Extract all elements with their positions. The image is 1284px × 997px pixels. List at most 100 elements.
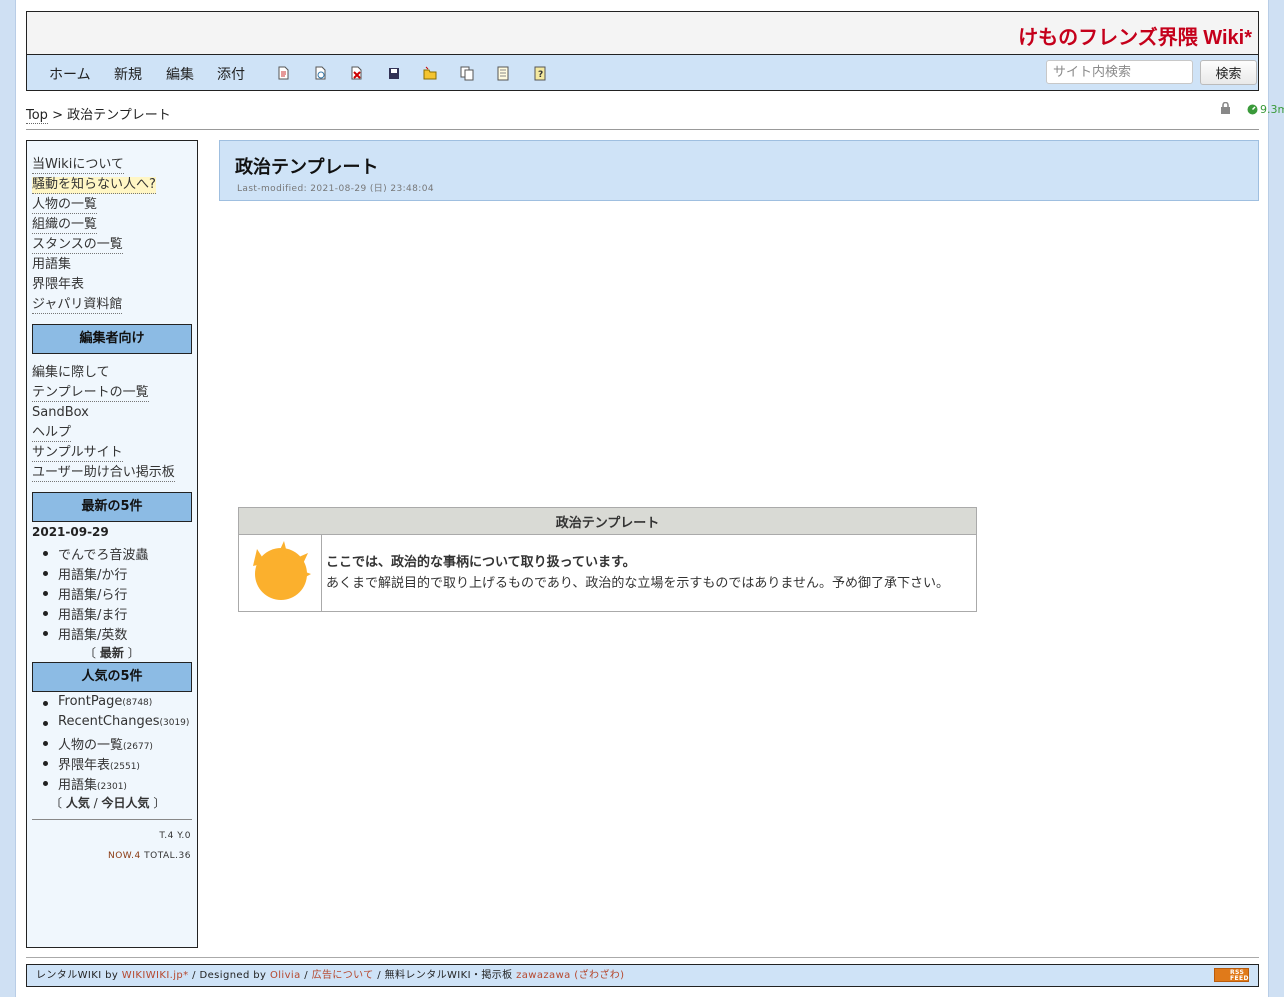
popular-item[interactable]: RecentChanges(3019) bbox=[42, 714, 190, 729]
sidebar-heading-recent: 最新の5件 bbox=[32, 492, 192, 522]
site-title[interactable]: けものフレンズ界隈 Wiki* bbox=[1018, 21, 1252, 50]
header-divider bbox=[26, 129, 1259, 130]
svg-text:?: ? bbox=[538, 70, 543, 80]
sidebar-link-help[interactable]: ヘルプ bbox=[32, 425, 72, 442]
search-input[interactable] bbox=[1046, 60, 1193, 84]
feed-label: FEED bbox=[1230, 975, 1249, 982]
footer-text: / Designed by bbox=[188, 970, 270, 981]
copy-icon[interactable] bbox=[460, 66, 474, 81]
speedometer-icon bbox=[1247, 104, 1258, 115]
sidebar-link-stances[interactable]: スタンスの一覧 bbox=[32, 237, 123, 254]
breadcrumb: Top > 政治テンプレート bbox=[26, 104, 171, 124]
site-header: けものフレンズ界隈 Wiki* bbox=[26, 11, 1259, 55]
footer-text: / 無料レンタルWIKI・掲示板 bbox=[373, 970, 517, 981]
separator: / bbox=[89, 796, 102, 810]
bracket-open: 〔 bbox=[50, 796, 63, 810]
template-line-2: あくまで解説目的で取り上げるものであり、政治的な立場を示すものではありません。予… bbox=[326, 576, 949, 591]
breadcrumb-top-link[interactable]: Top bbox=[26, 108, 48, 124]
help-icon[interactable]: ? bbox=[533, 66, 547, 81]
nav-attach-link[interactable]: 添付 bbox=[217, 64, 245, 84]
delete-icon[interactable] bbox=[350, 66, 364, 81]
sidebar-heading-editors: 編集者向け bbox=[32, 324, 192, 354]
template-table-header: 政治テンプレート bbox=[238, 507, 977, 535]
footer-text: レンタルWIKI by bbox=[36, 970, 122, 981]
title-box: 政治テンプレート Last-modified: 2021-08-29 (日) 2… bbox=[219, 140, 1259, 201]
footer-divider bbox=[26, 957, 1259, 958]
recent-date: 2021-09-29 bbox=[32, 525, 109, 539]
sun-mascot-icon bbox=[253, 541, 311, 600]
sidebar-link-sample-site[interactable]: サンプルサイト bbox=[32, 445, 123, 462]
counter-total: NOW.4 TOTAL.36 bbox=[108, 851, 191, 861]
nav-new-link[interactable]: 新規 bbox=[114, 64, 142, 84]
sidebar-link-forum[interactable]: ユーザー助け合い掲示板 bbox=[32, 465, 175, 482]
popular-item[interactable]: 用語集(2301) bbox=[43, 774, 127, 793]
recent-more: 〔 最新 〕 bbox=[84, 644, 140, 661]
recent-item[interactable]: 用語集/か行 bbox=[42, 564, 127, 583]
template-bold-line: ここでは、政治的な事柄について取り扱っています。 bbox=[326, 555, 636, 570]
sidebar-heading-popular: 人気の5件 bbox=[32, 662, 192, 692]
popular-item-name[interactable]: 用語集 bbox=[58, 778, 97, 793]
lock-icon[interactable] bbox=[1220, 102, 1231, 115]
popular-item-name[interactable]: FrontPage bbox=[58, 694, 122, 709]
footer-wikiwiki-link[interactable]: WIKIWIKI.jp* bbox=[122, 970, 189, 981]
backup-icon[interactable] bbox=[314, 66, 328, 81]
page-title: 政治テンプレート bbox=[235, 157, 379, 178]
sidebar-link-intro[interactable]: 騒動を知らない人へ? bbox=[32, 177, 156, 194]
footer-zawazawa-link[interactable]: zawazawa (ざわざわ) bbox=[516, 970, 624, 981]
sidebar: 当Wikiについて 騒動を知らない人へ? 人物の一覧 組織の一覧 スタンスの一覧… bbox=[26, 140, 198, 948]
counter-today: T.4 Y.0 bbox=[159, 831, 191, 841]
popular-item-count: (2551) bbox=[110, 762, 140, 772]
nav-home-link[interactable]: ホーム bbox=[49, 64, 91, 84]
popular-item-name[interactable]: 人物の一覧 bbox=[58, 738, 123, 753]
sidebar-link-archive[interactable]: ジャパリ資料館 bbox=[32, 297, 123, 314]
list-icon[interactable] bbox=[496, 66, 510, 81]
popular-item[interactable]: 人物の一覧(2677) bbox=[43, 734, 153, 753]
search-button[interactable]: 検索 bbox=[1200, 60, 1257, 85]
rss-feed-icon[interactable]: RSS FEED bbox=[1214, 968, 1249, 982]
footer: レンタルWIKI by WIKIWIKI.jp* / Designed by O… bbox=[26, 964, 1259, 987]
render-time: 9.3ms bbox=[1260, 103, 1284, 116]
footer-text: / bbox=[300, 970, 312, 981]
nav-edit-link[interactable]: 編集 bbox=[166, 64, 194, 84]
popular-item-name[interactable]: RecentChanges bbox=[58, 714, 159, 729]
recent-item[interactable]: 用語集/ま行 bbox=[42, 604, 127, 623]
popular-more-link[interactable]: 人気 bbox=[66, 796, 90, 810]
bracket-open: 〔 bbox=[84, 646, 97, 660]
nav-bar: ホーム 新規 編集 添付 ? 検索 bbox=[26, 54, 1259, 91]
sidebar-link-sandbox[interactable]: SandBox bbox=[32, 405, 89, 421]
template-text-cell: ここでは、政治的な事柄について取り扱っています。 あくまで解説目的で取り上げるも… bbox=[321, 534, 977, 612]
sidebar-link-editing-guide[interactable]: 編集に際して bbox=[32, 365, 110, 381]
popular-item-count: (2301) bbox=[97, 782, 127, 792]
popular-more: 〔 人気 / 今日人気 〕 bbox=[50, 794, 165, 811]
save-icon[interactable] bbox=[387, 66, 401, 81]
sidebar-link-people[interactable]: 人物の一覧 bbox=[32, 197, 98, 214]
new-folder-icon[interactable] bbox=[423, 66, 437, 81]
popular-item[interactable]: FrontPage(8748) bbox=[42, 694, 153, 709]
sidebar-link-organizations[interactable]: 組織の一覧 bbox=[32, 217, 98, 234]
recent-item[interactable]: 用語集/英数 bbox=[42, 624, 127, 643]
footer-ads-link[interactable]: 広告について bbox=[312, 970, 374, 981]
popular-item[interactable]: 界隈年表(2551) bbox=[43, 754, 140, 773]
last-modified: Last-modified: 2021-08-29 (日) 23:48:04 bbox=[237, 184, 434, 194]
diff-icon[interactable] bbox=[277, 66, 291, 81]
recent-more-link[interactable]: 最新 bbox=[100, 646, 124, 660]
today-popular-link[interactable]: 今日人気 bbox=[102, 796, 150, 810]
sidebar-link-timeline[interactable]: 界隈年表 bbox=[32, 277, 84, 293]
bracket-close: 〕 bbox=[127, 646, 140, 660]
bracket-close: 〕 bbox=[153, 796, 166, 810]
popular-item-count: (8748) bbox=[122, 698, 153, 708]
sidebar-link-templates[interactable]: テンプレートの一覧 bbox=[32, 385, 149, 402]
breadcrumb-separator: > bbox=[47, 108, 68, 123]
recent-item[interactable]: でんでろ音波蟲 bbox=[42, 544, 148, 563]
sidebar-link-glossary[interactable]: 用語集 bbox=[32, 257, 71, 273]
footer-olivia-link[interactable]: Olivia bbox=[270, 970, 301, 981]
template-icon-cell bbox=[238, 534, 322, 612]
popular-item-name[interactable]: 界隈年表 bbox=[58, 758, 110, 773]
counter-total-value: TOTAL.36 bbox=[140, 851, 191, 861]
sidebar-divider bbox=[32, 819, 192, 820]
sidebar-link-about[interactable]: 当Wikiについて bbox=[32, 157, 124, 174]
page: けものフレンズ界隈 Wiki* ホーム 新規 編集 添付 ? 検索 Top > … bbox=[15, 0, 1284, 997]
template-table: 政治テンプレート ここでは、政治的な事柄について取り扱っています。 あくまで解説… bbox=[238, 507, 977, 612]
popular-item-count: (3019) bbox=[159, 718, 190, 728]
recent-item[interactable]: 用語集/ら行 bbox=[42, 584, 127, 603]
